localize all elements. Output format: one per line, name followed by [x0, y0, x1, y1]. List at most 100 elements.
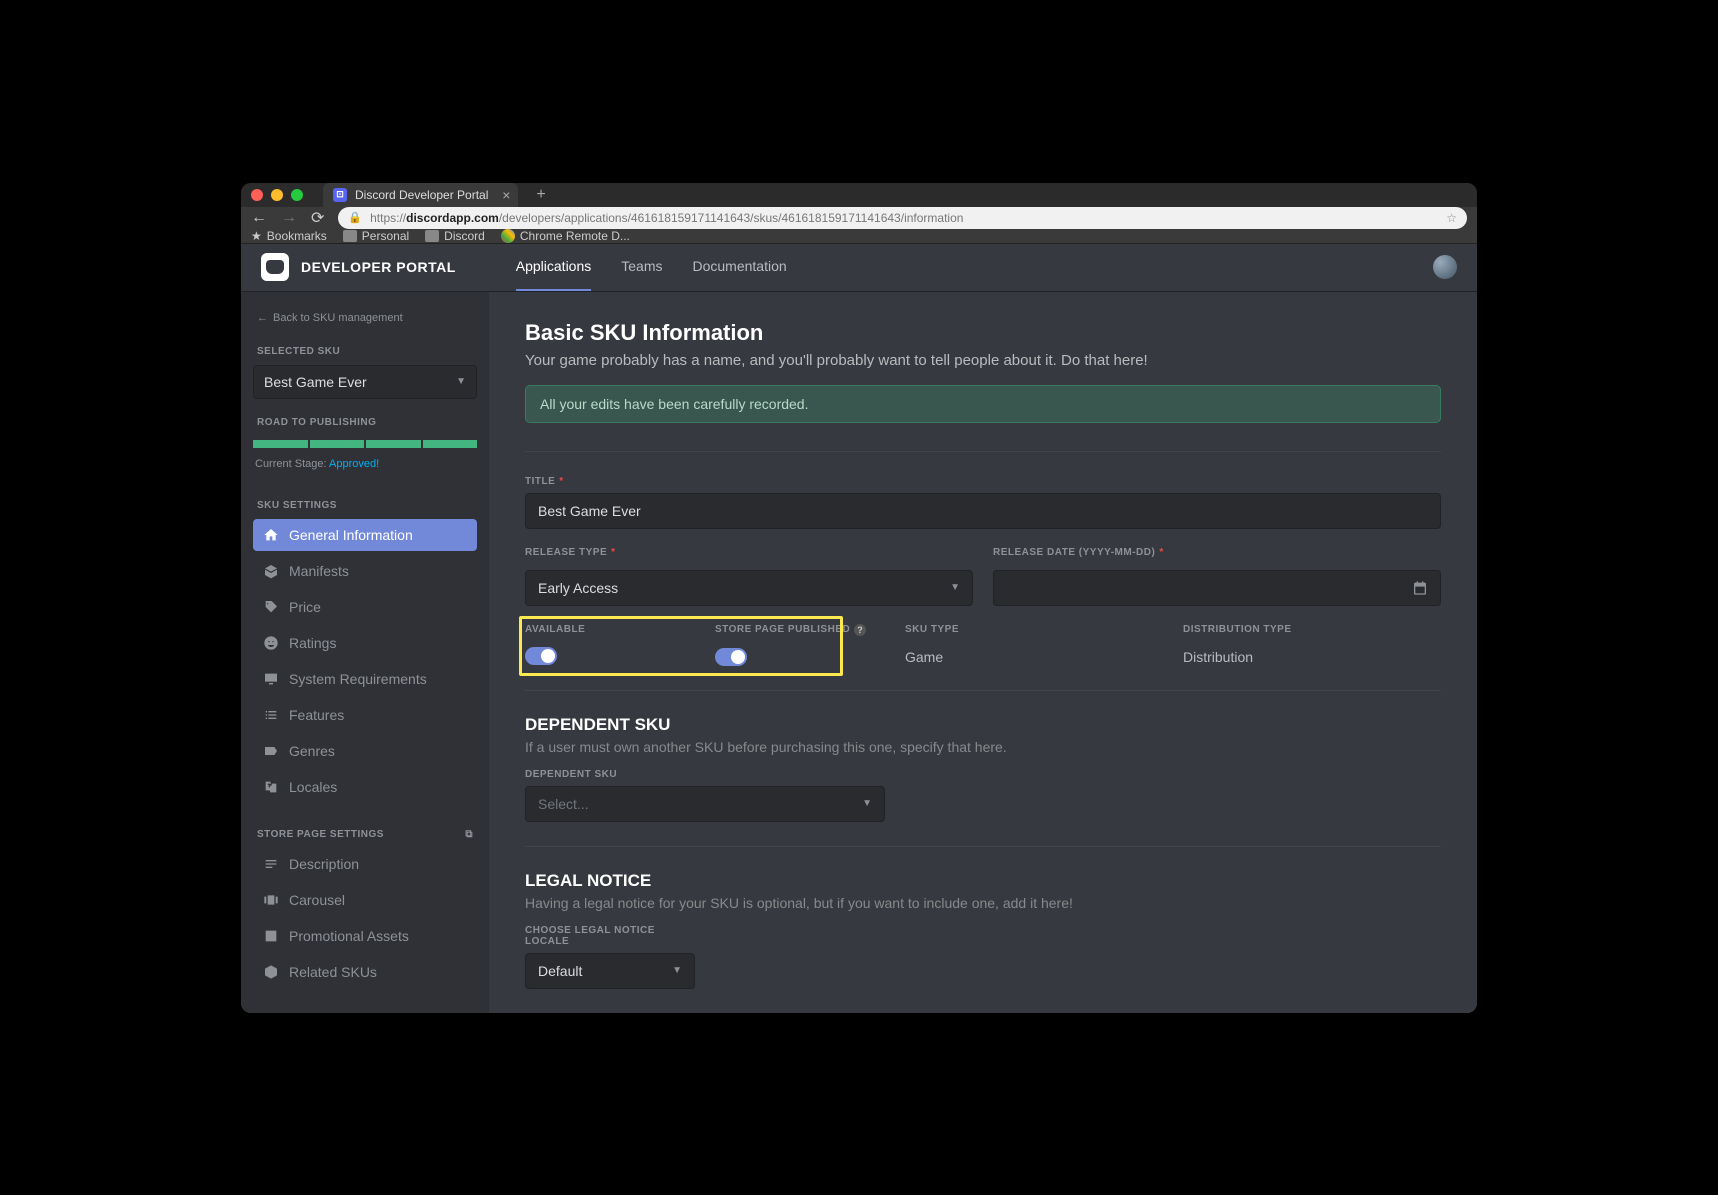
- bookmark-bookmarks[interactable]: ★Bookmarks: [251, 229, 327, 243]
- maximize-window-button[interactable]: [291, 189, 303, 201]
- legal-notice-heading: LEGAL NOTICE: [525, 871, 1441, 891]
- bookmark-discord[interactable]: Discord: [425, 229, 485, 243]
- traffic-lights: [251, 189, 303, 201]
- distribution-type-label: DISTRIBUTION TYPE: [1183, 624, 1292, 635]
- discord-logo-icon: [261, 253, 289, 281]
- text-icon: [263, 856, 279, 872]
- legal-locale-label: CHOOSE LEGAL NOTICE LOCALE: [525, 925, 695, 947]
- box-icon: [263, 563, 279, 579]
- nav-documentation[interactable]: Documentation: [693, 243, 787, 291]
- sidebar-item-price[interactable]: Price: [253, 591, 477, 623]
- image-icon: [263, 928, 279, 944]
- selected-sku-label: SELECTED SKU: [253, 342, 477, 361]
- reload-button[interactable]: ⟳: [311, 208, 324, 228]
- back-to-sku-link[interactable]: ← Back to SKU management: [253, 308, 477, 328]
- title-field: TITLE*: [525, 476, 1441, 529]
- chevron-down-icon: ▼: [950, 582, 960, 593]
- help-icon[interactable]: ?: [854, 624, 866, 636]
- bookmark-chrome-remote[interactable]: Chrome Remote D...: [501, 229, 630, 243]
- sidebar-item-features[interactable]: Features: [253, 699, 477, 731]
- title-label: TITLE: [525, 476, 555, 487]
- available-label: AVAILABLE: [525, 624, 585, 635]
- sidebar: ← Back to SKU management SELECTED SKU Be…: [241, 292, 489, 1013]
- sidebar-item-description[interactable]: Description: [253, 848, 477, 880]
- carousel-icon: [263, 892, 279, 908]
- release-type-select[interactable]: Early Access ▼: [525, 570, 973, 606]
- tab-title: Discord Developer Portal: [355, 188, 488, 202]
- sidebar-item-promotional-assets[interactable]: Promotional Assets: [253, 920, 477, 952]
- app-header: DEVELOPER PORTAL Applications Teams Docu…: [241, 244, 1477, 292]
- browser-tab[interactable]: ⊡ Discord Developer Portal ×: [323, 183, 518, 207]
- package-icon: [263, 964, 279, 980]
- sku-selector[interactable]: Best Game Ever ▼: [253, 365, 477, 399]
- discord-favicon: ⊡: [333, 188, 347, 202]
- close-window-button[interactable]: [251, 189, 263, 201]
- sidebar-item-system-requirements[interactable]: System Requirements: [253, 663, 477, 695]
- chevron-down-icon: ▼: [456, 376, 466, 387]
- store-page-settings-label: STORE PAGE SETTINGS ⧉: [253, 825, 477, 844]
- distribution-type-value: Distribution: [1183, 649, 1441, 665]
- external-link-icon[interactable]: ⧉: [465, 829, 473, 840]
- success-banner: All your edits have been carefully recor…: [525, 385, 1441, 423]
- minimize-window-button[interactable]: [271, 189, 283, 201]
- chevron-down-icon: ▼: [672, 965, 682, 976]
- monitor-icon: [263, 671, 279, 687]
- dependent-sku-label: DEPENDENT SKU: [525, 769, 617, 780]
- sidebar-item-general-information[interactable]: General Information: [253, 519, 477, 551]
- app-body: ← Back to SKU management SELECTED SKU Be…: [241, 292, 1477, 1013]
- release-date-input[interactable]: [993, 570, 1441, 606]
- sku-settings-label: SKU SETTINGS: [253, 496, 477, 515]
- back-button[interactable]: ←: [251, 209, 267, 227]
- new-tab-button[interactable]: +: [536, 186, 545, 204]
- bookmark-personal[interactable]: Personal: [343, 229, 409, 243]
- tag-icon: [263, 599, 279, 615]
- available-toggle[interactable]: [525, 647, 557, 665]
- sidebar-item-locales[interactable]: Locales: [253, 771, 477, 803]
- sku-type-label: SKU TYPE: [905, 624, 959, 635]
- page-title: Basic SKU Information: [525, 320, 1441, 346]
- url-input[interactable]: 🔒 https://discordapp.com/developers/appl…: [338, 207, 1467, 229]
- address-bar: ← → ⟳ 🔒 https://discordapp.com/developer…: [241, 207, 1477, 229]
- browser-window: ⊡ Discord Developer Portal × + ← → ⟳ 🔒 h…: [241, 183, 1477, 1013]
- release-date-label: RELEASE DATE (YYYY-MM-DD): [993, 547, 1155, 558]
- dependent-sku-sub: If a user must own another SKU before pu…: [525, 739, 1441, 755]
- nav-applications[interactable]: Applications: [516, 243, 592, 291]
- page-subtitle: Your game probably has a name, and you'l…: [525, 352, 1441, 369]
- top-nav: Applications Teams Documentation: [516, 243, 787, 291]
- bookmark-star-icon[interactable]: ☆: [1446, 211, 1457, 225]
- close-tab-icon[interactable]: ×: [502, 187, 510, 203]
- main-content: Basic SKU Information Your game probably…: [489, 292, 1477, 1013]
- sidebar-item-related-skus[interactable]: Related SKUs: [253, 956, 477, 988]
- chevron-down-icon: ▼: [862, 798, 872, 809]
- titlebar: ⊡ Discord Developer Portal × +: [241, 183, 1477, 207]
- store-published-label: STORE PAGE PUBLISHED: [715, 624, 850, 635]
- nav-teams[interactable]: Teams: [621, 243, 662, 291]
- sidebar-item-genres[interactable]: Genres: [253, 735, 477, 767]
- forward-button[interactable]: →: [281, 209, 297, 227]
- release-type-label: RELEASE TYPE: [525, 547, 607, 558]
- road-to-publishing-label: ROAD TO PUBLISHING: [253, 413, 477, 432]
- store-published-toggle[interactable]: [715, 648, 747, 666]
- legal-notice-sub: Having a legal notice for your SKU is op…: [525, 895, 1441, 911]
- sidebar-item-manifests[interactable]: Manifests: [253, 555, 477, 587]
- translate-icon: [263, 779, 279, 795]
- calendar-icon: [1412, 580, 1428, 596]
- dependent-sku-heading: DEPENDENT SKU: [525, 715, 1441, 735]
- user-avatar[interactable]: [1433, 255, 1457, 279]
- arrow-left-icon: ←: [257, 312, 268, 324]
- lock-icon: 🔒: [348, 211, 362, 224]
- publishing-progress: [253, 440, 477, 448]
- legal-locale-select[interactable]: Default ▼: [525, 953, 695, 989]
- current-stage: Current Stage: Approved!: [253, 458, 477, 470]
- home-icon: [263, 527, 279, 543]
- sku-selector-value: Best Game Ever: [264, 374, 367, 390]
- smile-icon: [263, 635, 279, 651]
- url-text: https://discordapp.com/developers/applic…: [370, 211, 1438, 225]
- app: DEVELOPER PORTAL Applications Teams Docu…: [241, 244, 1477, 1013]
- title-input[interactable]: [525, 493, 1441, 529]
- bookmarks-bar: ★Bookmarks Personal Discord Chrome Remot…: [241, 229, 1477, 244]
- sidebar-item-ratings[interactable]: Ratings: [253, 627, 477, 659]
- dependent-sku-select[interactable]: Select... ▼: [525, 786, 885, 822]
- sidebar-item-carousel[interactable]: Carousel: [253, 884, 477, 916]
- brand-text: DEVELOPER PORTAL: [301, 259, 456, 275]
